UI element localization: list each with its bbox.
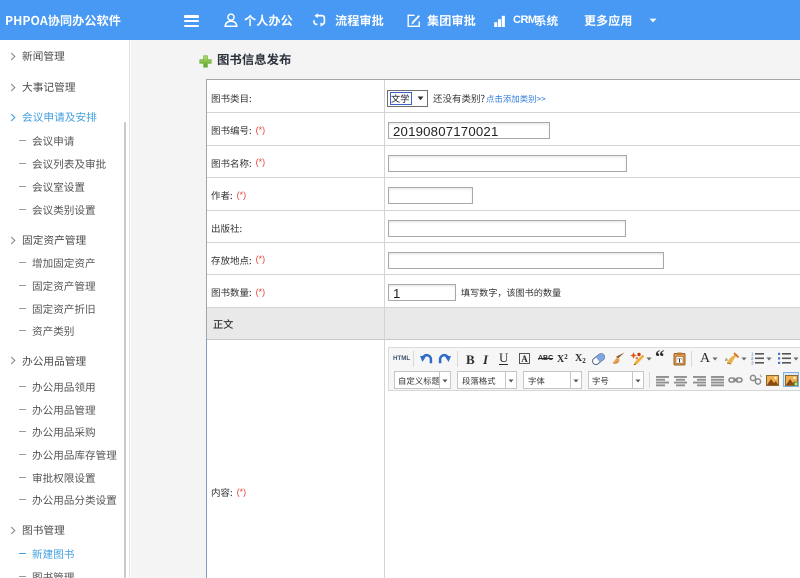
svg-text:T: T: [677, 357, 682, 364]
svg-text:3: 3: [751, 361, 754, 365]
